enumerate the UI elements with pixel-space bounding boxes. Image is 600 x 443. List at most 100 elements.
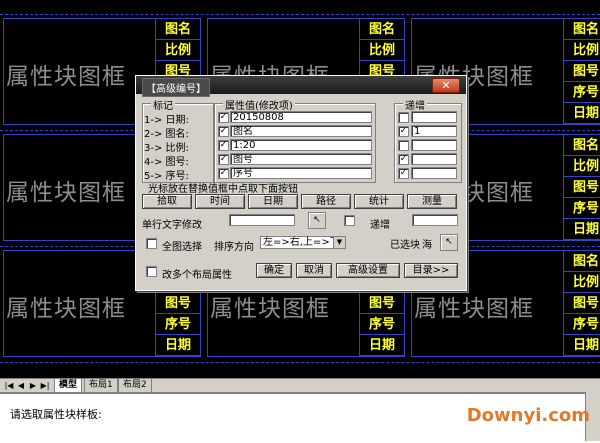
- row-inc-checkbox[interactable]: [398, 112, 409, 123]
- attribute-cells: 图名比例图号序号日期: [563, 251, 600, 356]
- row-inc-input[interactable]: [411, 111, 457, 123]
- attribute-cell: 序号: [360, 314, 404, 335]
- attribute-cell: 比例: [156, 40, 200, 61]
- row-checkbox[interactable]: ✓: [218, 154, 229, 165]
- block-caption: 属性块图框: [6, 64, 126, 90]
- row-value-input[interactable]: 序号: [230, 167, 372, 179]
- multi-layout-checkbox[interactable]: [146, 266, 157, 277]
- single-edit-input[interactable]: [229, 214, 295, 226]
- row-inc-checkbox[interactable]: ✓: [398, 168, 409, 179]
- attribute-cell: 日期: [156, 335, 200, 356]
- row-value-input[interactable]: 20150808: [230, 111, 372, 123]
- row-inc-input[interactable]: [411, 139, 457, 151]
- tab-layout1[interactable]: 布局1: [84, 379, 118, 393]
- label-group-title: 标记: [151, 97, 175, 112]
- row-value-input[interactable]: 图号: [230, 153, 372, 165]
- grid-dash-line: [0, 362, 600, 363]
- grid-dash-line: [0, 14, 600, 15]
- row-label: 2-> 图名:: [144, 129, 189, 140]
- watermark: Downyi.com: [466, 405, 590, 426]
- attribute-cell: 比例: [360, 40, 404, 61]
- ok-button[interactable]: 确定: [256, 263, 292, 278]
- attribute-cell: 序号: [156, 314, 200, 335]
- single-inc-checkbox[interactable]: [344, 215, 355, 226]
- selected-count: 海: [422, 240, 432, 251]
- select-block-icon[interactable]: ↖: [440, 234, 458, 251]
- layout-tabs-bar: |◀ ◀ ▶ ▶| 模型 布局1 布局2: [0, 378, 600, 393]
- attribute-cell: 日期: [564, 219, 600, 240]
- row-checkbox[interactable]: ✓: [218, 168, 229, 179]
- prev-tab-icon[interactable]: ◀: [16, 380, 26, 391]
- row-inc-input[interactable]: 1: [411, 125, 457, 137]
- attribute-cell: 图名: [564, 251, 600, 272]
- full-select-label: 全图选择: [162, 242, 202, 253]
- advanced-settings-button[interactable]: 高级设置: [336, 263, 400, 278]
- cancel-button[interactable]: 取消: [296, 263, 332, 278]
- block-caption: 属性块图框: [6, 296, 126, 322]
- row-inc-checkbox[interactable]: ✓: [398, 126, 409, 137]
- last-tab-icon[interactable]: ▶|: [40, 380, 50, 391]
- attribute-cell: 图名: [156, 19, 200, 40]
- catalog-button[interactable]: 目录>>: [404, 263, 458, 278]
- full-select-checkbox[interactable]: [146, 238, 157, 249]
- close-button[interactable]: ✕: [432, 78, 460, 93]
- attribute-cell: 序号: [564, 82, 600, 103]
- attribute-cell: 日期: [360, 335, 404, 356]
- row-inc-input[interactable]: [411, 167, 457, 179]
- attribute-cell: 日期: [564, 103, 600, 124]
- value-group-title: 属性值(修改项): [223, 97, 295, 112]
- attribute-cell: 图号: [564, 61, 600, 82]
- row-inc-checkbox[interactable]: ✓: [398, 154, 409, 165]
- order-select[interactable]: 左=>右,上=>下 ▼: [260, 236, 346, 249]
- block-caption: 属性块图框: [210, 296, 330, 322]
- next-tab-icon[interactable]: ▶: [28, 380, 38, 391]
- attribute-cells: 图名比例图号序号日期: [563, 19, 600, 124]
- attribute-cell: 比例: [564, 272, 600, 293]
- row-inc-input[interactable]: [411, 153, 457, 165]
- attribute-cell: 图号: [156, 293, 200, 314]
- row-label: 1-> 日期:: [144, 115, 189, 126]
- dialog-titlebar[interactable]: 【高级编号】 ✕: [136, 76, 466, 97]
- single-edit-label: 单行文字修改: [142, 220, 202, 231]
- pick-button[interactable]: 测量: [407, 194, 457, 209]
- attribute-cell: 图名: [360, 19, 404, 40]
- advanced-numbering-dialog: 【高级编号】 ✕ 标记 属性值(修改项) 递增 1-> 日期: ✓ 20150808…: [135, 75, 467, 291]
- multi-layout-label: 改多个布局属性: [162, 270, 232, 281]
- dialog-title: 【高级编号】: [142, 78, 210, 97]
- pick-button[interactable]: 路径: [301, 194, 351, 209]
- row-value-input[interactable]: 图名: [230, 125, 372, 137]
- block-caption: 属性块图框: [6, 180, 126, 206]
- tab-layout2[interactable]: 布局2: [118, 379, 152, 393]
- single-inc-input[interactable]: [412, 214, 458, 226]
- tab-model[interactable]: 模型: [54, 379, 83, 393]
- row-label: 4-> 图号:: [144, 157, 189, 168]
- block-caption: 属性块图框: [414, 296, 534, 322]
- attribute-cell: 比例: [564, 40, 600, 61]
- pick-button[interactable]: 时间: [195, 194, 245, 209]
- pick-button[interactable]: 拾取: [142, 194, 192, 209]
- pick-button[interactable]: 统计: [354, 194, 404, 209]
- pick-hint: 光标放在替换值框中点取下面按钮: [148, 184, 298, 195]
- selected-label: 已选块: [390, 240, 420, 251]
- attribute-cell: 图号: [564, 177, 600, 198]
- order-select-value: 左=>右,上=>下: [263, 237, 340, 248]
- row-value-input[interactable]: 1:20: [230, 139, 372, 151]
- attribute-cell: 图号: [564, 293, 600, 314]
- pick-button[interactable]: 日期: [248, 194, 298, 209]
- attribute-cell: 图名: [564, 135, 600, 156]
- row-inc-checkbox[interactable]: [398, 140, 409, 151]
- attribute-cells: 图名比例图号序号日期: [563, 135, 600, 240]
- row-checkbox[interactable]: ✓: [218, 140, 229, 151]
- attribute-cell: 图名: [564, 19, 600, 40]
- attribute-cell: 序号: [564, 314, 600, 335]
- attribute-cell: 比例: [564, 156, 600, 177]
- chevron-down-icon: ▼: [333, 237, 345, 248]
- row-checkbox[interactable]: ✓: [218, 112, 229, 123]
- increment-group-title: 递增: [403, 97, 427, 112]
- row-checkbox[interactable]: ✓: [218, 126, 229, 137]
- command-prompt: 请选取属性块样板:: [10, 408, 102, 421]
- row-label: 3-> 比例:: [144, 143, 189, 154]
- single-pick-icon[interactable]: ↖: [308, 212, 326, 229]
- first-tab-icon[interactable]: |◀: [4, 380, 14, 391]
- single-inc-label: 递增: [370, 220, 390, 231]
